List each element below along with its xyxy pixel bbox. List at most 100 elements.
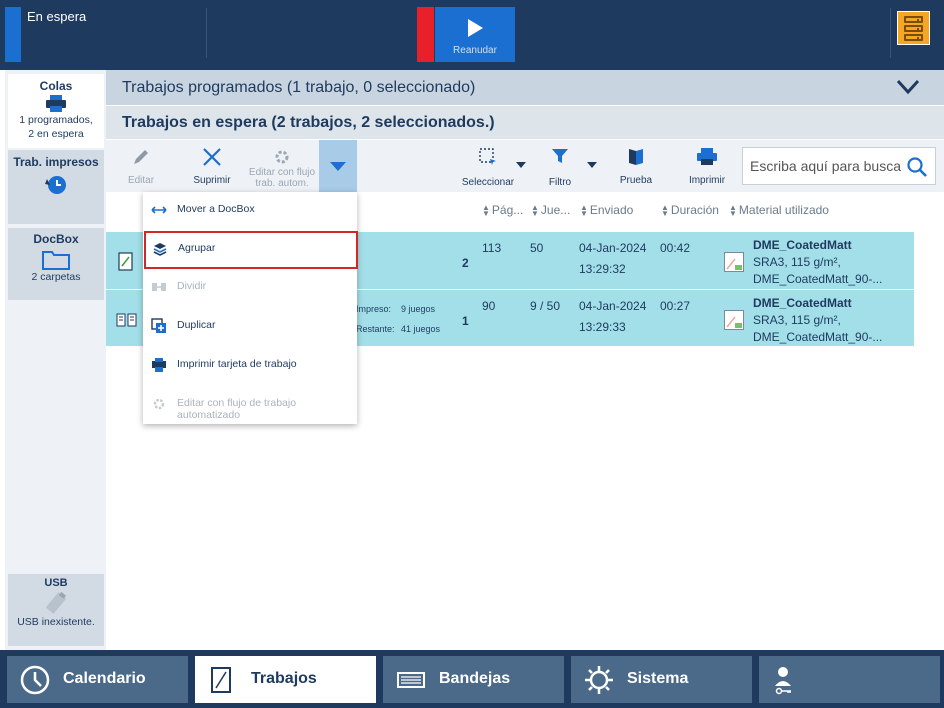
menu-item-print-job-ticket[interactable]: Imprimir tarjeta de trabajo (143, 347, 357, 385)
remaining-label: Restante: (356, 324, 395, 334)
held-jobs-header: Trabajos en espera (2 trabajos, 2 selecc… (106, 106, 944, 139)
column-header-sent[interactable]: ▲ ▼ Enviado (580, 203, 633, 217)
sidebar-colas-scheduled: 1 programados, (19, 114, 93, 126)
move-arrows-icon (151, 206, 167, 214)
printer-status-text: En espera (27, 9, 87, 24)
sidebar-docbox-count: 2 carpetas (31, 271, 81, 283)
sidebar-usb-status: USB inexistente. (17, 616, 95, 628)
nav-system-label: Sistema (627, 670, 689, 687)
search-input[interactable] (750, 158, 902, 174)
bottom-navigation: Calendario Trabajos Bandejas Sistema (0, 650, 944, 708)
copies-count: 1 (462, 314, 469, 328)
column-header-media[interactable]: ▲ ▼ Material utilizado (729, 203, 829, 217)
document-icon (118, 252, 133, 271)
usb-icon (46, 591, 67, 614)
nav-calendar[interactable]: Calendario (7, 656, 188, 703)
left-sidebar: Colas 1 programados, 2 en espera Trab. i… (0, 70, 106, 650)
top-status-bar: En espera Reanudar (0, 0, 944, 70)
gear-icon (585, 666, 613, 694)
media-spec: SRA3, 115 g/m², (753, 313, 841, 327)
sidebar-colas-held: 2 en espera (28, 128, 84, 140)
nav-jobs-label: Trabajos (251, 670, 317, 687)
pages-value: 113 (482, 241, 502, 255)
menu-item-move-to-docbox[interactable]: Mover a DocBox (143, 192, 357, 230)
pages-value: 90 (482, 299, 496, 313)
media-sub: DME_CoatedMatt_90-... (753, 330, 883, 344)
search-icon[interactable] (906, 156, 928, 178)
printed-label: Impreso: (356, 304, 392, 314)
select-caret-icon[interactable] (516, 162, 526, 168)
sets-value: 50 (530, 241, 544, 255)
filter-icon (552, 149, 568, 163)
play-icon (468, 19, 483, 37)
column-header-duration[interactable]: ▲ ▼ Duración (661, 203, 719, 217)
resume-button[interactable]: Reanudar (435, 7, 515, 62)
sent-time: 13:29:32 (579, 262, 626, 276)
sidebar-item-usb[interactable]: USB USB inexistente. (8, 574, 104, 646)
held-jobs-title: Trabajos en espera (2 trabajos, 2 selecc… (122, 114, 495, 131)
print-button[interactable]: Imprimir (684, 140, 730, 192)
document-icon (211, 667, 231, 693)
sidebar-colas-title: Colas (39, 79, 73, 93)
nav-calendar-label: Calendario (63, 670, 146, 687)
more-actions-dropdown-button[interactable] (319, 140, 357, 192)
menu-label-duplicate: Duplicar (177, 319, 216, 331)
more-actions-menu: Mover a DocBox Agrupar Dividir Duplicar (143, 192, 358, 424)
menu-item-split[interactable]: Dividir (143, 269, 357, 307)
sidebar-item-trab-impresos[interactable]: Trab. impresos (8, 150, 104, 224)
server-stack-icon[interactable] (897, 11, 930, 45)
sidebar-item-docbox[interactable]: DocBox 2 carpetas (8, 228, 104, 300)
edit-button[interactable]: Editar (118, 140, 164, 192)
proof-button[interactable]: Prueba (614, 140, 658, 192)
printed-value: 9 juegos (401, 304, 436, 314)
chevron-down-icon[interactable] (896, 78, 920, 96)
split-document-icon (116, 313, 137, 327)
menu-item-edit-automated-flow[interactable]: Editar con flujo de trabajo automatizado (143, 386, 357, 424)
edit-label: Editar (127, 175, 155, 186)
printer-icon (46, 95, 66, 112)
alert-indicator (417, 7, 434, 62)
search-field[interactable] (742, 147, 936, 185)
sets-value: 9 / 50 (530, 299, 561, 313)
sidebar-item-colas[interactable]: Colas 1 programados, 2 en espera (8, 74, 104, 148)
media-name: DME_CoatedMatt (753, 238, 852, 252)
delete-button[interactable]: Suprimir (186, 140, 238, 192)
filter-button[interactable]: Filtro (540, 140, 580, 192)
tray-icon (397, 672, 425, 688)
delete-label: Suprimir (193, 175, 231, 186)
media-icon (724, 252, 744, 272)
split-icon (152, 283, 166, 291)
job-toolbar: Editar Suprimir Editar con flujo trab. a… (106, 140, 944, 192)
divider (206, 8, 207, 58)
media-sub: DME_CoatedMatt_90-... (753, 272, 883, 286)
stack-layers-icon (153, 243, 167, 256)
edit-automated-flow-button[interactable]: Editar con flujo trab. autom. (246, 140, 318, 192)
nav-system[interactable]: Sistema (571, 656, 752, 703)
duration-value: 00:27 (660, 299, 691, 313)
close-icon (203, 148, 221, 166)
nav-trays[interactable]: Bandejas (383, 656, 564, 703)
scheduled-jobs-header[interactable]: Trabajos programados (1 trabajo, 0 selec… (106, 70, 944, 105)
menu-item-group[interactable]: Agrupar (144, 231, 358, 269)
menu-label-ticket: Imprimir tarjeta de trabajo (177, 358, 297, 370)
menu-item-duplicate[interactable]: Duplicar (143, 308, 357, 346)
caret-down-icon (330, 162, 346, 171)
sidebar-trab-title: Trab. impresos (13, 155, 99, 169)
gear-edit-icon (275, 150, 289, 164)
history-icon (45, 176, 66, 194)
divider (890, 8, 891, 58)
column-header-pages[interactable]: ▲ ▼ Pág... (482, 203, 523, 217)
edit-flow-label-2: trab. autom. (255, 178, 309, 189)
media-icon (724, 310, 744, 330)
proof-document-icon (629, 149, 643, 165)
nav-user[interactable] (759, 656, 940, 703)
select-button[interactable]: Seleccionar (458, 140, 518, 192)
nav-jobs[interactable]: Trabajos (195, 656, 376, 703)
resume-label: Reanudar (453, 45, 497, 56)
print-label: Imprimir (688, 175, 726, 186)
column-header-sets[interactable]: ▲ ▼ Jue... (531, 203, 570, 217)
filter-caret-icon[interactable] (587, 162, 597, 168)
menu-label-split: Dividir (177, 280, 207, 292)
status-indicator (5, 7, 21, 62)
nav-trays-label: Bandejas (439, 670, 511, 687)
